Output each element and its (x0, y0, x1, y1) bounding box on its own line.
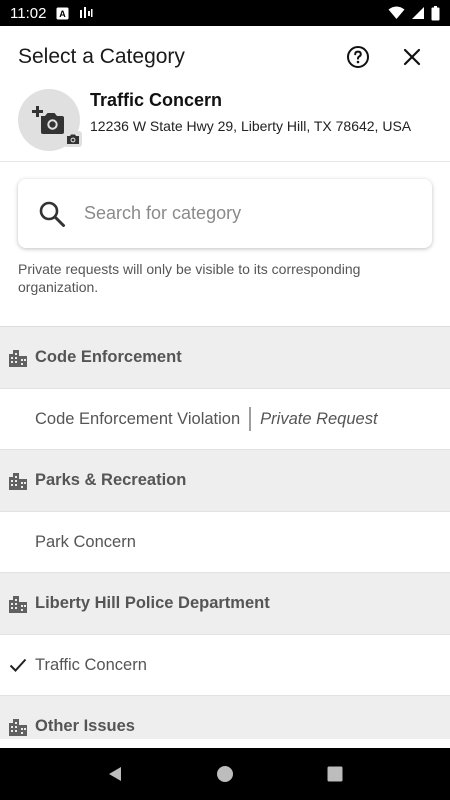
group-label: Parks & Recreation (35, 471, 187, 489)
help-icon (347, 46, 369, 68)
category-item-label: Code Enforcement Violation (35, 409, 241, 428)
group-label: Code Enforcement (35, 348, 182, 366)
signal-activity-icon (79, 6, 93, 20)
checkmark-icon (9, 656, 27, 674)
camera-badge-icon (64, 131, 82, 147)
group-header-code-enforcement: Code Enforcement (0, 327, 450, 389)
recents-button[interactable] (315, 754, 355, 794)
back-button[interactable] (95, 754, 135, 794)
svg-text:A: A (60, 9, 67, 19)
status-bar: 11:02 A (0, 0, 450, 26)
recents-square-icon (327, 766, 343, 782)
group-label: Other Issues (35, 717, 135, 735)
app-notification-icon: A (56, 7, 69, 20)
private-request-tag: Private Request (260, 409, 378, 428)
selected-category-title: Traffic Concern (90, 90, 223, 110)
group-header-parks-recreation: Parks & Recreation (0, 450, 450, 512)
group-label: Liberty Hill Police Department (35, 594, 270, 612)
building-icon (8, 348, 28, 368)
home-button[interactable] (205, 754, 245, 794)
help-button[interactable] (338, 37, 378, 77)
selected-category-summary: Traffic Concern 12236 W State Hwy 29, Li… (0, 88, 450, 162)
add-photo-icon (32, 106, 64, 134)
cell-signal-icon (411, 6, 425, 20)
category-item-label: Traffic Concern (35, 655, 147, 674)
wifi-icon (388, 6, 405, 20)
category-item-label: Park Concern (35, 532, 136, 551)
back-triangle-icon (109, 767, 121, 781)
group-header-other-issues: Other Issues (0, 696, 450, 739)
battery-icon (431, 5, 440, 21)
search-box[interactable] (18, 179, 432, 248)
building-icon (8, 594, 28, 614)
home-circle-icon (217, 766, 233, 782)
building-icon (8, 471, 28, 491)
category-item-code-enforcement-violation[interactable]: Code Enforcement Violation Private Reque… (0, 389, 450, 450)
close-button[interactable] (392, 37, 432, 77)
add-photo-button[interactable] (18, 89, 82, 151)
category-list[interactable]: Code Enforcement Code Enforcement Violat… (0, 326, 450, 739)
search-icon (39, 201, 65, 227)
status-time: 11:02 (10, 4, 47, 22)
privacy-note: Private requests will only be visible to… (18, 261, 361, 295)
page-title: Select a Category (18, 45, 185, 68)
item-separator (249, 407, 252, 431)
category-item-traffic-concern[interactable]: Traffic Concern (0, 635, 450, 696)
close-icon (403, 48, 421, 66)
selected-address: 12236 W State Hwy 29, Liberty Hill, TX 7… (90, 118, 412, 134)
building-icon (8, 717, 28, 737)
category-item-park-concern[interactable]: Park Concern (0, 512, 450, 573)
search-input[interactable] (84, 203, 384, 224)
system-nav-bar (0, 748, 450, 800)
app-header: Select a Category (0, 26, 450, 88)
group-header-liberty-hill-police: Liberty Hill Police Department (0, 573, 450, 635)
